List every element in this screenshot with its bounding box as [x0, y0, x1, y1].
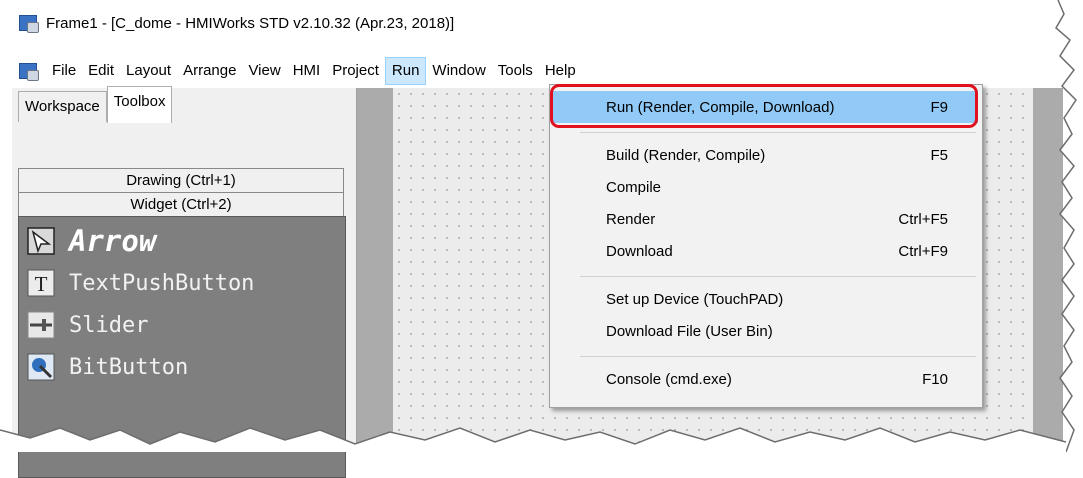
menu-item-console[interactable]: Console (cmd.exe) F10 — [552, 363, 978, 395]
menu-project[interactable]: Project — [326, 57, 385, 85]
panel-tabs: Workspace Toolbox — [18, 86, 173, 123]
screenshot: Frame1 - [C_dome - HMIWorks STD v2.10.32… — [0, 0, 1083, 478]
menu-item-label: Download File (User Bin) — [606, 322, 773, 340]
menu-separator — [580, 132, 976, 133]
tool-list: Arrow T TextPushButton Slider BitButton — [18, 216, 346, 478]
menu-item-shortcut: Ctrl+F9 — [898, 242, 948, 260]
menu-item-setup-device[interactable]: Set up Device (TouchPAD) — [552, 283, 978, 315]
menu-item-render[interactable]: Render Ctrl+F5 — [552, 203, 978, 235]
menu-help[interactable]: Help — [539, 57, 582, 85]
menu-item-download-file[interactable]: Download File (User Bin) — [552, 315, 978, 347]
menu-view[interactable]: View — [242, 57, 286, 85]
tool-label: TextPushButton — [69, 270, 255, 296]
tool-label: Slider — [69, 312, 149, 338]
text-push-button-icon: T — [27, 269, 55, 297]
menu-item-label: Set up Device (TouchPAD) — [606, 290, 784, 308]
tool-arrow[interactable]: Arrow — [27, 221, 156, 261]
window-title: Frame1 - [C_dome - HMIWorks STD v2.10.32… — [46, 14, 455, 32]
menu-item-shortcut: Ctrl+F5 — [898, 210, 948, 228]
menu-tools[interactable]: Tools — [492, 57, 539, 85]
menu-arrange[interactable]: Arrange — [177, 57, 242, 85]
menu-file[interactable]: File — [46, 57, 82, 85]
menu-item-label: Build (Render, Compile) — [606, 146, 766, 164]
app-menu-icon[interactable] — [19, 62, 39, 81]
tool-label: BitButton — [69, 354, 189, 380]
category-drawing[interactable]: Drawing (Ctrl+1) — [18, 168, 344, 193]
menu-separator — [580, 276, 976, 277]
tab-workspace[interactable]: Workspace — [18, 91, 107, 122]
category-widget[interactable]: Widget (Ctrl+2) — [18, 192, 344, 217]
menu-window[interactable]: Window — [426, 57, 491, 85]
run-menu-dropdown: Run (Render, Compile, Download) F9 Build… — [549, 84, 983, 408]
app-icon — [19, 14, 39, 33]
menu-separator — [580, 356, 976, 357]
menu-item-label: Download — [606, 242, 673, 260]
menu-edit[interactable]: Edit — [82, 57, 120, 85]
arrow-pointer-icon — [27, 227, 55, 255]
menu-item-shortcut: F5 — [930, 146, 948, 164]
tool-slider[interactable]: Slider — [27, 305, 148, 345]
left-panel: Workspace Toolbox Drawing (Ctrl+1) Widge… — [12, 86, 357, 478]
title-bar: Frame1 - [C_dome - HMIWorks STD v2.10.32… — [12, 8, 1062, 38]
highlight-callout — [550, 84, 978, 128]
slider-icon — [27, 311, 55, 339]
tool-bitbutton[interactable]: BitButton — [27, 347, 188, 387]
menu-layout[interactable]: Layout — [120, 57, 177, 85]
menu-item-label: Compile — [606, 178, 662, 196]
tab-toolbox[interactable]: Toolbox — [106, 86, 173, 123]
menu-run[interactable]: Run — [384, 57, 427, 85]
menu-hmi[interactable]: HMI — [287, 57, 327, 85]
menu-bar: File Edit Layout Arrange View HMI Projec… — [12, 56, 1062, 86]
tool-textpushbutton[interactable]: T TextPushButton — [27, 263, 254, 303]
svg-text:T: T — [35, 272, 48, 296]
menu-item-label: Console (cmd.exe) — [606, 370, 732, 388]
menu-item-label: Render — [606, 210, 656, 228]
menu-item-build[interactable]: Build (Render, Compile) F5 — [552, 139, 978, 171]
menu-item-compile[interactable]: Compile — [552, 171, 978, 203]
bit-button-icon — [27, 353, 55, 381]
tool-label: Arrow — [69, 224, 157, 258]
menu-item-shortcut: F10 — [922, 370, 948, 388]
menu-item-download[interactable]: Download Ctrl+F9 — [552, 235, 978, 267]
